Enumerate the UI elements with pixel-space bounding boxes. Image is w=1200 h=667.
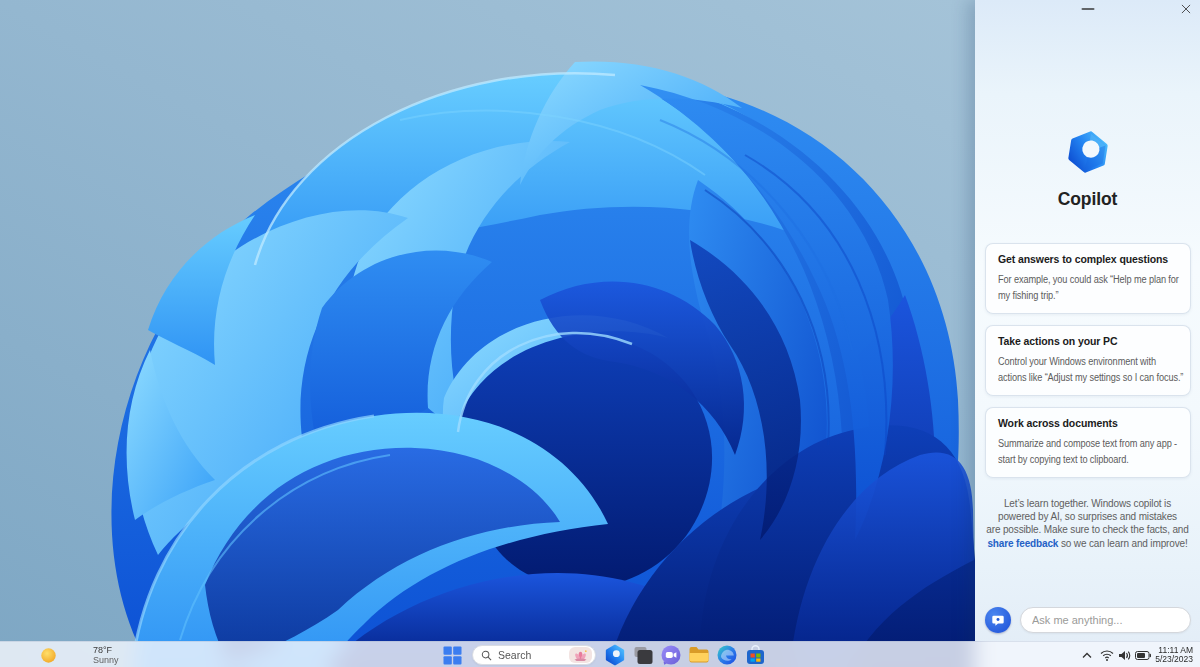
windows-logo-icon (443, 646, 462, 665)
desktop: Copilot Get answers to complex questions… (0, 0, 1200, 667)
search-highlight-icon (569, 647, 592, 663)
card-title: Work across documents (998, 417, 1185, 429)
tray-chevron-up-icon[interactable] (1082, 652, 1092, 659)
copilot-taskbar-icon (604, 644, 626, 666)
sun-icon (40, 647, 57, 664)
copilot-panel: Copilot Get answers to complex questions… (975, 0, 1200, 667)
card-body-line: Summarize and compose text from any app … (998, 436, 1170, 452)
card-take-actions[interactable]: Take actions on your PC Control your Win… (985, 325, 1191, 396)
taskbar-store-button[interactable] (743, 642, 767, 667)
volume-icon[interactable] (1118, 650, 1131, 661)
card-work-across-documents[interactable]: Work across documents Summarize and comp… (985, 407, 1191, 478)
taskbar-weather-widget[interactable]: 78°F Sunny (40, 642, 119, 667)
weather-temperature: 78°F (93, 645, 119, 655)
disclaimer-text: Let’s learn together. Windows copilot is… (983, 497, 1192, 550)
taskbar-tray: 11:11 AM 5/23/2023 (1082, 642, 1193, 667)
copilot-logo-icon (1065, 129, 1111, 175)
search-icon (481, 650, 492, 661)
share-feedback-link[interactable]: share feedback (987, 538, 1058, 549)
panel-drag-handle[interactable] (1081, 8, 1094, 10)
edge-icon (716, 644, 738, 666)
card-body-line: my fishing trip.” (998, 288, 1170, 304)
taskbar-dark-app-button[interactable] (631, 642, 655, 667)
card-body-line: For example, you could ask “Help me plan… (998, 272, 1170, 288)
dark-app-window-icon (633, 645, 654, 666)
weather-condition: Sunny (93, 655, 119, 665)
taskbar-edge-button[interactable] (715, 642, 739, 667)
bing-chat-icon[interactable] (985, 607, 1011, 633)
card-title: Take actions on your PC (998, 335, 1185, 347)
card-body-line: Control your Windows environment with (998, 354, 1170, 370)
card-body-line: actions like “Adjust my settings so I ca… (998, 370, 1170, 386)
copilot-title: Copilot (975, 189, 1200, 210)
ask-input[interactable] (1020, 607, 1191, 633)
microsoft-store-icon (745, 645, 766, 666)
taskbar-file-explorer-button[interactable] (687, 642, 711, 667)
tray-clock[interactable]: 11:11 AM 5/23/2023 (1155, 646, 1193, 665)
chat-icon (660, 644, 682, 666)
search-label: Search (498, 649, 569, 661)
card-body-line: start by copying text to clipboard. (998, 452, 1170, 468)
taskbar-copilot-button[interactable] (603, 642, 627, 667)
battery-icon[interactable] (1135, 651, 1151, 660)
taskbar-center: Search (441, 642, 771, 667)
taskbar-chat-button[interactable] (659, 642, 683, 667)
card-complex-questions[interactable]: Get answers to complex questions For exa… (985, 243, 1191, 314)
wifi-icon[interactable] (1100, 650, 1114, 661)
card-title: Get answers to complex questions (998, 253, 1185, 265)
search-box[interactable]: Search (472, 645, 596, 665)
taskbar: 78°F Sunny Search (0, 641, 1200, 667)
ask-row (985, 607, 1191, 633)
suggestion-cards: Get answers to complex questions For exa… (985, 243, 1191, 489)
tray-date: 5/23/2023 (1155, 655, 1193, 665)
close-icon[interactable] (1177, 0, 1195, 17)
file-explorer-icon (688, 644, 710, 666)
start-button[interactable] (441, 642, 463, 667)
